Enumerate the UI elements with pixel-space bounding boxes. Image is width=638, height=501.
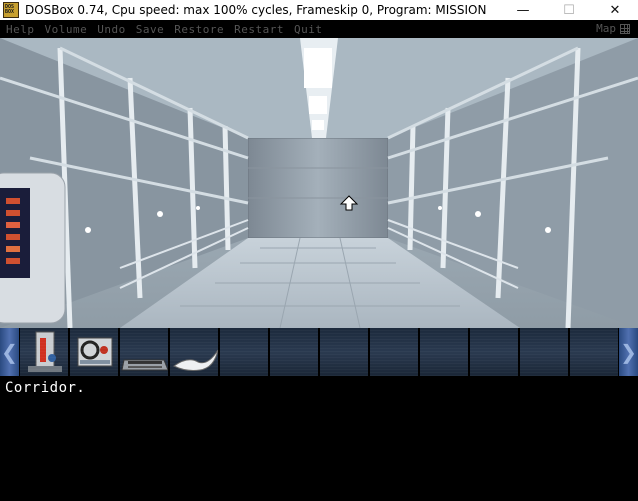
inventory-slot[interactable] — [169, 328, 219, 376]
inventory-slot[interactable] — [19, 328, 69, 376]
keyboard-panel-icon — [121, 359, 168, 371]
inventory-slot[interactable] — [269, 328, 319, 376]
inventory-slot[interactable] — [569, 328, 619, 376]
map-grid-icon — [620, 23, 630, 34]
window-controls: — ☐ ✕ — [500, 0, 638, 20]
inventory-slot[interactable] — [419, 328, 469, 376]
menu-volume[interactable]: Volume — [39, 23, 92, 36]
menu-undo[interactable]: Undo — [91, 23, 130, 36]
inventory-slot[interactable] — [469, 328, 519, 376]
window-titlebar: DOS BOX DOSBox 0.74, Cpu speed: max 100%… — [0, 0, 638, 20]
lab-device-icon — [28, 331, 62, 372]
map-button[interactable]: Map — [596, 22, 630, 35]
tape-recorder-icon — [77, 337, 113, 367]
dosbox-app-icon[interactable]: DOS BOX — [3, 2, 19, 18]
map-label: Map — [596, 22, 616, 35]
game-scene-viewport[interactable] — [0, 38, 638, 328]
menu-help[interactable]: Help — [0, 23, 39, 36]
app-icon-text: DOS BOX — [5, 4, 15, 15]
inventory-slots — [19, 328, 619, 376]
scroll-left-button[interactable]: ❮ — [0, 328, 19, 376]
message-area: Corridor. — [0, 376, 638, 501]
window-title: DOSBox 0.74, Cpu speed: max 100% cycles,… — [25, 3, 487, 17]
inventory-bar: ❮ ❯ — [0, 328, 638, 376]
scroll-right-button[interactable]: ❯ — [619, 328, 638, 376]
location-message: Corridor. — [5, 380, 86, 396]
menu-restart[interactable]: Restart — [228, 23, 288, 36]
corridor-scene — [0, 38, 638, 328]
inventory-slot[interactable] — [519, 328, 569, 376]
cloth-icon — [173, 349, 218, 371]
maximize-button[interactable]: ☐ — [546, 0, 592, 20]
inventory-slot[interactable] — [369, 328, 419, 376]
inventory-slot[interactable] — [119, 328, 169, 376]
menu-quit[interactable]: Quit — [288, 23, 327, 36]
inventory-slot[interactable] — [319, 328, 369, 376]
menu-save[interactable]: Save — [130, 23, 169, 36]
inventory-slot[interactable] — [219, 328, 269, 376]
menu-restore[interactable]: Restore — [168, 23, 228, 36]
minimize-button[interactable]: — — [500, 0, 546, 20]
close-button[interactable]: ✕ — [592, 0, 638, 20]
game-menu-bar: Help Volume Undo Save Restore Restart Qu… — [0, 20, 638, 38]
inventory-slot[interactable] — [69, 328, 119, 376]
console-panel — [0, 172, 66, 324]
